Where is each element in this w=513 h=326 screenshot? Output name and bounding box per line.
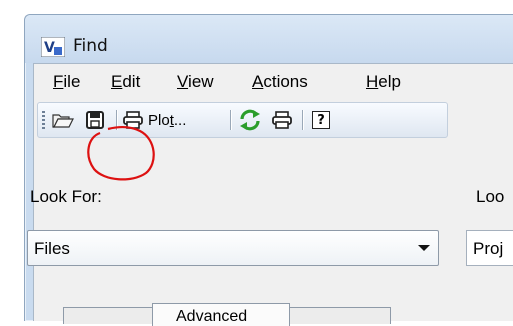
refresh-button[interactable] — [236, 108, 264, 132]
menu-view[interactable]: View — [177, 72, 214, 92]
find-window: V Find File Edit View Actions Help Plot.… — [24, 14, 513, 321]
title-bar: V Find — [25, 15, 513, 63]
menu-file[interactable]: File — [53, 72, 80, 92]
content-area: File Edit View Actions Help Plot... ? — [33, 63, 513, 321]
save-button[interactable] — [82, 108, 108, 132]
tab-right[interactable] — [289, 307, 391, 324]
look-in-value: Proj — [473, 239, 504, 258]
tabs-area: Advanced — [63, 303, 393, 326]
window-title: Find — [73, 36, 108, 56]
look-for-value: Files — [34, 239, 70, 258]
plot-button[interactable]: Plot... — [122, 108, 222, 132]
app-icon: V — [41, 37, 65, 57]
plot-label: Plot... — [148, 111, 187, 129]
toolbar-grip[interactable] — [42, 111, 45, 131]
print-button[interactable] — [268, 108, 296, 132]
printer-icon — [123, 111, 143, 129]
refresh-icon — [240, 109, 260, 131]
toolbar-separator — [230, 110, 231, 130]
printer-icon — [272, 111, 292, 129]
chevron-down-icon — [418, 245, 430, 251]
help-icon: ? — [312, 111, 330, 129]
tab-advanced[interactable]: Advanced — [152, 303, 290, 326]
toolbar-separator — [302, 110, 303, 130]
help-button[interactable]: ? — [308, 108, 334, 132]
floppy-disk-icon — [86, 111, 104, 129]
toolbar-separator — [116, 110, 117, 130]
tab-advanced-label: Advanced — [176, 308, 248, 325]
menu-help[interactable]: Help — [366, 72, 401, 92]
toolbar: Plot... ? — [37, 102, 448, 138]
toolbar-strip: Plot... ? — [34, 100, 513, 140]
look-for-select[interactable]: Files — [27, 230, 439, 266]
app-icon-letter: V — [44, 40, 55, 56]
look-in-label: Loo — [476, 187, 505, 206]
tab-left[interactable] — [63, 307, 153, 324]
menu-edit[interactable]: Edit — [111, 72, 140, 92]
look-for-label: Look For: — [30, 187, 102, 206]
look-in-select[interactable]: Proj — [466, 230, 513, 266]
open-button[interactable] — [50, 108, 76, 132]
folder-open-icon — [52, 114, 74, 128]
menu-actions[interactable]: Actions — [252, 72, 308, 92]
menu-bar: File Edit View Actions Help — [34, 64, 513, 100]
